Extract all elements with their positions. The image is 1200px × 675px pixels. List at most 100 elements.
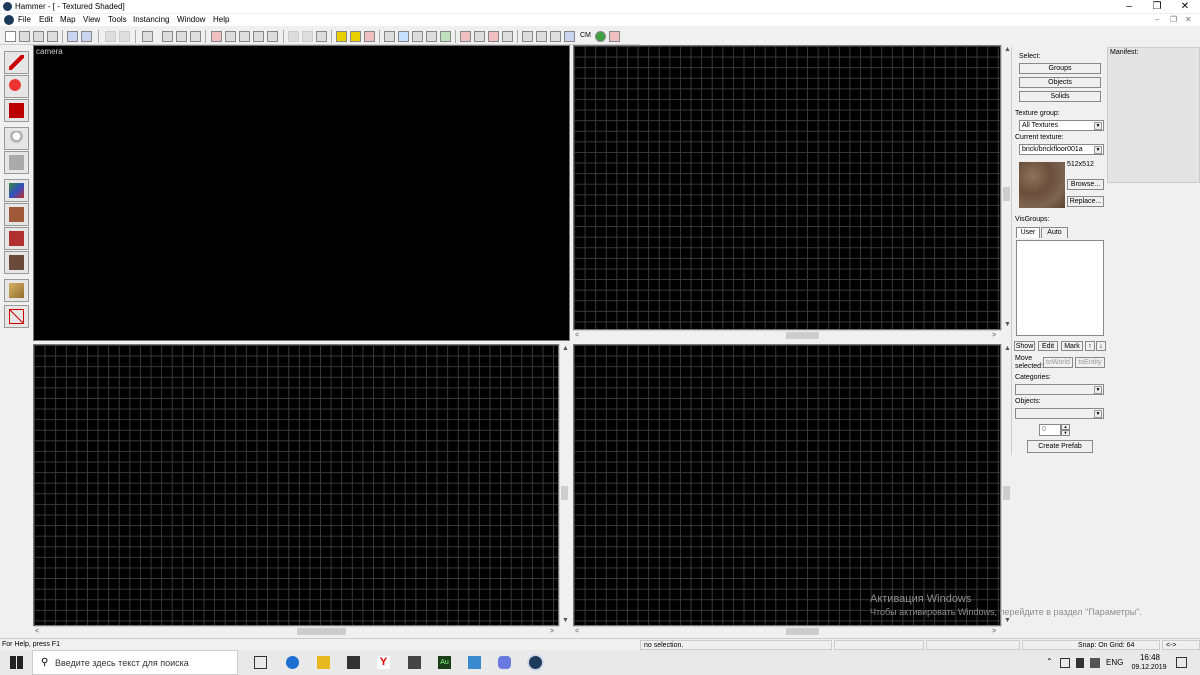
overlay-tool[interactable] — [4, 251, 29, 274]
toggle-texture-app-tool[interactable] — [4, 179, 29, 202]
paste-icon[interactable] — [316, 31, 327, 42]
ignore-grouping-icon[interactable] — [190, 31, 201, 42]
side-view-hscrollbar[interactable]: < > — [573, 626, 1001, 636]
map-properties-icon[interactable] — [502, 31, 513, 42]
save-window-state-icon[interactable] — [81, 31, 92, 42]
decal-tool[interactable] — [4, 227, 29, 250]
grid-icon[interactable] — [5, 31, 16, 42]
undo-icon[interactable] — [105, 31, 116, 42]
spinner-down-icon[interactable]: ▼ — [1061, 430, 1070, 436]
mdi-restore-icon[interactable]: ❐ — [1170, 15, 1177, 24]
clipping-tool[interactable] — [4, 279, 29, 302]
check-problems-icon[interactable] — [474, 31, 485, 42]
yandex-icon[interactable]: Y — [377, 656, 390, 669]
hide-selected-icon[interactable] — [211, 31, 222, 42]
hide-unselected-icon[interactable] — [225, 31, 236, 42]
groups-button[interactable]: Groups — [1019, 63, 1101, 74]
show-connections-icon[interactable] — [550, 31, 561, 42]
clock-time[interactable]: 16:48 — [1135, 653, 1165, 662]
grid-3d-icon[interactable] — [47, 31, 58, 42]
tab-auto[interactable]: Auto — [1041, 227, 1068, 238]
solids-button[interactable]: Solids — [1019, 91, 1101, 102]
mdi-minimize-icon[interactable]: – — [1155, 15, 1159, 24]
menu-view[interactable]: View — [83, 15, 100, 24]
objects-button[interactable]: Objects — [1019, 77, 1101, 88]
store-icon[interactable] — [347, 656, 360, 669]
camera-viewport[interactable]: camera — [33, 45, 570, 341]
load-window-state-icon[interactable] — [67, 31, 78, 42]
task-view-icon[interactable] — [254, 656, 267, 669]
to-world-button[interactable]: toWorld — [1043, 357, 1073, 368]
texture-application-icon[interactable] — [412, 31, 423, 42]
show-button[interactable]: Show — [1014, 341, 1035, 351]
arrow-up-icon[interactable]: ↑ — [1085, 341, 1095, 351]
microphone-icon[interactable] — [1076, 658, 1084, 668]
objects-select[interactable]: ▼ — [1015, 408, 1104, 419]
ungroup-icon[interactable] — [176, 31, 187, 42]
notifications-icon[interactable] — [1176, 657, 1187, 668]
entity-report-icon[interactable] — [460, 31, 471, 42]
document-icon[interactable] — [4, 15, 14, 25]
taskbar-search-box[interactable]: ⚲ Введите здесь текст для поиска — [32, 650, 238, 675]
block-tool[interactable] — [4, 151, 29, 174]
menu-tools[interactable]: Tools — [108, 15, 127, 24]
mail-icon[interactable] — [408, 656, 421, 669]
replace-button[interactable]: Replace... — [1067, 196, 1104, 207]
cut-icon[interactable] — [288, 31, 299, 42]
close-icon[interactable]: ✕ — [1171, 0, 1199, 13]
toggle-cordon-icon[interactable] — [336, 31, 347, 42]
mark-button[interactable]: Mark — [1061, 341, 1083, 351]
file-explorer-icon[interactable] — [317, 656, 330, 669]
cm-label[interactable]: CM — [580, 32, 591, 39]
selection-box-icon[interactable] — [384, 31, 395, 42]
top-view-vscrollbar[interactable]: ▲ ▼ — [1001, 45, 1011, 330]
to-entity-button[interactable]: toEntity — [1075, 357, 1105, 368]
hammer-taskbar-icon[interactable] — [529, 656, 542, 669]
clock-date[interactable]: 09.12.2019 — [1128, 664, 1170, 671]
restore-icon[interactable]: ❐ — [1143, 0, 1171, 13]
side-view-vscrollbar[interactable]: ▲ ▼ — [1001, 344, 1011, 626]
menu-instancing[interactable]: Instancing — [133, 15, 169, 24]
grid-larger-icon[interactable] — [33, 31, 44, 42]
create-prefab-button[interactable]: Create Prefab — [1027, 440, 1093, 453]
selection-tool[interactable] — [4, 51, 29, 74]
menu-map[interactable]: Map — [60, 15, 76, 24]
radius-culling-icon[interactable] — [364, 31, 375, 42]
select-by-handles-icon[interactable] — [398, 31, 409, 42]
show-helpers-icon[interactable] — [522, 31, 533, 42]
mdi-close-icon[interactable]: ✕ — [1185, 15, 1192, 24]
apply-current-texture-tool[interactable] — [4, 203, 29, 226]
vertex-tool[interactable] — [4, 305, 29, 328]
front-view-hscrollbar[interactable]: < > — [33, 626, 559, 636]
grid-smaller-icon[interactable] — [19, 31, 30, 42]
volume-icon[interactable] — [1090, 658, 1100, 668]
front-view-viewport[interactable] — [33, 344, 559, 626]
top-view-viewport[interactable] — [573, 45, 1001, 330]
menu-help[interactable]: Help — [213, 15, 229, 24]
photos-icon[interactable] — [468, 656, 481, 669]
entity-tool[interactable] — [4, 127, 29, 150]
edit-cordon-icon[interactable] — [350, 31, 361, 42]
magnify-tool[interactable] — [4, 75, 29, 98]
windows-start-icon[interactable] — [10, 656, 23, 669]
unhide-icon[interactable] — [239, 31, 250, 42]
group-icon[interactable] — [162, 31, 173, 42]
network-icon[interactable] — [1060, 658, 1070, 668]
run-map-icon[interactable] — [488, 31, 499, 42]
categories-select[interactable]: ▼ — [1015, 384, 1104, 395]
audition-icon[interactable]: Au — [438, 656, 451, 669]
show-models-icon[interactable] — [536, 31, 547, 42]
show-lighting-icon[interactable] — [564, 31, 575, 42]
edge-icon[interactable] — [286, 656, 299, 669]
copy-icon[interactable] — [302, 31, 313, 42]
top-view-hscrollbar[interactable]: < > — [573, 330, 1001, 340]
tab-user[interactable]: User — [1016, 227, 1040, 238]
minimize-icon[interactable]: – — [1115, 0, 1143, 13]
visgroup-icon[interactable] — [253, 31, 264, 42]
edit-button[interactable]: Edit — [1038, 341, 1058, 351]
browse-button[interactable]: Browse... — [1067, 179, 1104, 190]
spinner-input[interactable]: 0 — [1039, 424, 1061, 436]
side-view-viewport[interactable] — [573, 344, 1001, 626]
menu-file[interactable]: File — [18, 15, 31, 24]
texture-lock-icon[interactable] — [267, 31, 278, 42]
